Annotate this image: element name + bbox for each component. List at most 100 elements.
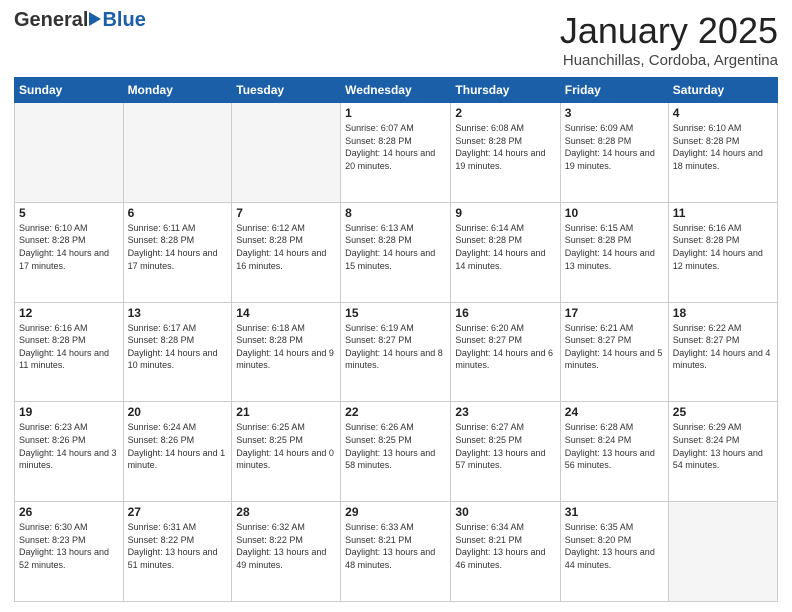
day-number: 2 [455,106,555,120]
table-row: 16 Sunrise: 6:20 AM Sunset: 8:27 PM Dayli… [451,302,560,402]
day-number: 5 [19,206,119,220]
table-row: 20 Sunrise: 6:24 AM Sunset: 8:26 PM Dayli… [123,402,232,502]
day-info: Sunrise: 6:33 AM Sunset: 8:21 PM Dayligh… [345,521,446,571]
page: General Blue January 2025 Huanchillas, C… [0,0,792,612]
day-info: Sunrise: 6:09 AM Sunset: 8:28 PM Dayligh… [565,122,664,172]
day-info: Sunrise: 6:21 AM Sunset: 8:27 PM Dayligh… [565,322,664,372]
table-row: 19Sunrise: 6:23 AM Sunset: 8:26 PM Dayli… [15,402,124,502]
table-row: 11 Sunrise: 6:16 AM Sunset: 8:28 PM Dayli… [668,202,777,302]
logo-general: General [14,10,88,30]
day-info: Sunrise: 6:17 AM Sunset: 8:28 PM Dayligh… [128,322,228,372]
day-number: 11 [673,206,773,220]
table-row [15,103,124,203]
day-info: Sunrise: 6:26 AM Sunset: 8:25 PM Dayligh… [345,421,446,471]
day-info: Sunrise: 6:25 AM Sunset: 8:25 PM Dayligh… [236,421,336,471]
day-number: 17 [565,306,664,320]
day-info: Sunrise: 6:10 AM Sunset: 8:28 PM Dayligh… [673,122,773,172]
day-number: 8 [345,206,446,220]
day-number: 7 [236,206,336,220]
day-info: Sunrise: 6:07 AM Sunset: 8:28 PM Dayligh… [345,122,446,172]
day-number: 24 [565,405,664,419]
col-monday: Monday [123,78,232,103]
table-row: 18Sunrise: 6:22 AM Sunset: 8:27 PM Dayli… [668,302,777,402]
table-row: 9 Sunrise: 6:14 AM Sunset: 8:28 PM Daylig… [451,202,560,302]
day-number: 16 [455,306,555,320]
day-info: Sunrise: 6:18 AM Sunset: 8:28 PM Dayligh… [236,322,336,372]
day-info: Sunrise: 6:35 AM Sunset: 8:20 PM Dayligh… [565,521,664,571]
col-saturday: Saturday [668,78,777,103]
table-row: 13 Sunrise: 6:17 AM Sunset: 8:28 PM Dayli… [123,302,232,402]
table-row: 27 Sunrise: 6:31 AM Sunset: 8:22 PM Dayli… [123,502,232,602]
table-row: 24 Sunrise: 6:28 AM Sunset: 8:24 PM Dayli… [560,402,668,502]
day-number: 30 [455,505,555,519]
day-info: Sunrise: 6:16 AM Sunset: 8:28 PM Dayligh… [19,322,119,372]
day-info: Sunrise: 6:32 AM Sunset: 8:22 PM Dayligh… [236,521,336,571]
col-wednesday: Wednesday [341,78,451,103]
col-sunday: Sunday [15,78,124,103]
col-thursday: Thursday [451,78,560,103]
table-row: 17 Sunrise: 6:21 AM Sunset: 8:27 PM Dayli… [560,302,668,402]
calendar-week-row: 26 Sunrise: 6:30 AM Sunset: 8:23 PM Dayli… [15,502,778,602]
day-number: 15 [345,306,446,320]
logo-blue: Blue [102,10,145,30]
table-row [232,103,341,203]
day-number: 18 [673,306,773,320]
day-info: Sunrise: 6:20 AM Sunset: 8:27 PM Dayligh… [455,322,555,372]
table-row: 14 Sunrise: 6:18 AM Sunset: 8:28 PM Dayli… [232,302,341,402]
day-info: Sunrise: 6:30 AM Sunset: 8:23 PM Dayligh… [19,521,119,571]
day-number: 20 [128,405,228,419]
col-tuesday: Tuesday [232,78,341,103]
day-number: 13 [128,306,228,320]
table-row: 2Sunrise: 6:08 AM Sunset: 8:28 PM Daylig… [451,103,560,203]
day-number: 14 [236,306,336,320]
calendar-table: Sunday Monday Tuesday Wednesday Thursday… [14,77,778,602]
day-info: Sunrise: 6:31 AM Sunset: 8:22 PM Dayligh… [128,521,228,571]
day-number: 19 [19,405,119,419]
table-row: 15 Sunrise: 6:19 AM Sunset: 8:27 PM Dayli… [341,302,451,402]
title-block: January 2025 Huanchillas, Cordoba, Argen… [560,10,778,69]
day-info: Sunrise: 6:15 AM Sunset: 8:28 PM Dayligh… [565,222,664,272]
day-number: 22 [345,405,446,419]
day-number: 27 [128,505,228,519]
table-row: 4Sunrise: 6:10 AM Sunset: 8:28 PM Daylig… [668,103,777,203]
table-row: 26 Sunrise: 6:30 AM Sunset: 8:23 PM Dayli… [15,502,124,602]
day-info: Sunrise: 6:16 AM Sunset: 8:28 PM Dayligh… [673,222,773,272]
day-info: Sunrise: 6:13 AM Sunset: 8:28 PM Dayligh… [345,222,446,272]
day-number: 31 [565,505,664,519]
day-number: 1 [345,106,446,120]
table-row: 22 Sunrise: 6:26 AM Sunset: 8:25 PM Dayli… [341,402,451,502]
calendar-week-row: 19Sunrise: 6:23 AM Sunset: 8:26 PM Dayli… [15,402,778,502]
day-info: Sunrise: 6:27 AM Sunset: 8:25 PM Dayligh… [455,421,555,471]
calendar-week-row: 5 Sunrise: 6:10 AM Sunset: 8:28 PM Daylig… [15,202,778,302]
day-number: 3 [565,106,664,120]
table-row [123,103,232,203]
day-number: 23 [455,405,555,419]
col-friday: Friday [560,78,668,103]
table-row [668,502,777,602]
day-number: 21 [236,405,336,419]
day-number: 9 [455,206,555,220]
day-info: Sunrise: 6:10 AM Sunset: 8:28 PM Dayligh… [19,222,119,272]
table-row: 6 Sunrise: 6:11 AM Sunset: 8:28 PM Daylig… [123,202,232,302]
day-number: 29 [345,505,446,519]
location-subtitle: Huanchillas, Cordoba, Argentina [560,52,778,69]
table-row: 12Sunrise: 6:16 AM Sunset: 8:28 PM Dayli… [15,302,124,402]
table-row: 30 Sunrise: 6:34 AM Sunset: 8:21 PM Dayli… [451,502,560,602]
table-row: 28 Sunrise: 6:32 AM Sunset: 8:22 PM Dayli… [232,502,341,602]
day-info: Sunrise: 6:11 AM Sunset: 8:28 PM Dayligh… [128,222,228,272]
month-title: January 2025 [560,10,778,52]
table-row: 25Sunrise: 6:29 AM Sunset: 8:24 PM Dayli… [668,402,777,502]
table-row: 23 Sunrise: 6:27 AM Sunset: 8:25 PM Dayli… [451,402,560,502]
day-number: 26 [19,505,119,519]
day-info: Sunrise: 6:19 AM Sunset: 8:27 PM Dayligh… [345,322,446,372]
day-info: Sunrise: 6:34 AM Sunset: 8:21 PM Dayligh… [455,521,555,571]
table-row: 3 Sunrise: 6:09 AM Sunset: 8:28 PM Daylig… [560,103,668,203]
table-row: 21 Sunrise: 6:25 AM Sunset: 8:25 PM Dayli… [232,402,341,502]
day-info: Sunrise: 6:14 AM Sunset: 8:28 PM Dayligh… [455,222,555,272]
day-info: Sunrise: 6:28 AM Sunset: 8:24 PM Dayligh… [565,421,664,471]
day-number: 6 [128,206,228,220]
day-number: 28 [236,505,336,519]
table-row: 1 Sunrise: 6:07 AM Sunset: 8:28 PM Daylig… [341,103,451,203]
day-info: Sunrise: 6:29 AM Sunset: 8:24 PM Dayligh… [673,421,773,471]
day-info: Sunrise: 6:24 AM Sunset: 8:26 PM Dayligh… [128,421,228,471]
